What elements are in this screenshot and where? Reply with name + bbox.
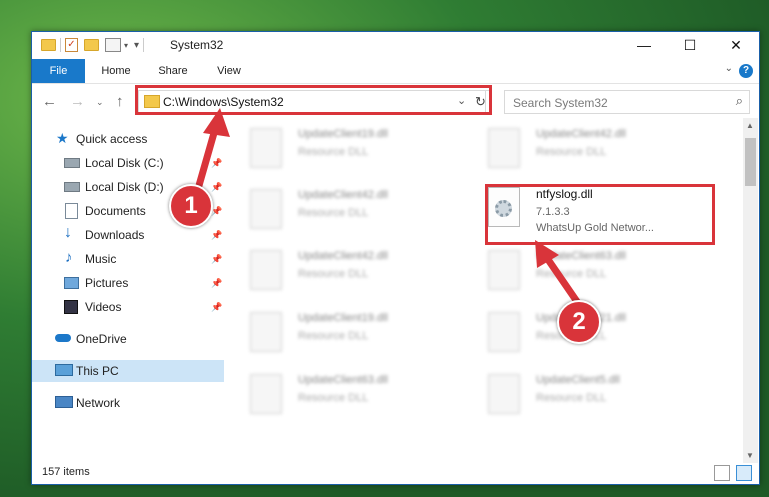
step-1-badge: 1 — [169, 184, 213, 228]
arrow-1-head — [203, 108, 230, 137]
step-2-badge: 2 — [557, 300, 601, 344]
annotation-arrows — [192, 108, 584, 310]
arrow-2-shaft — [543, 254, 584, 310]
